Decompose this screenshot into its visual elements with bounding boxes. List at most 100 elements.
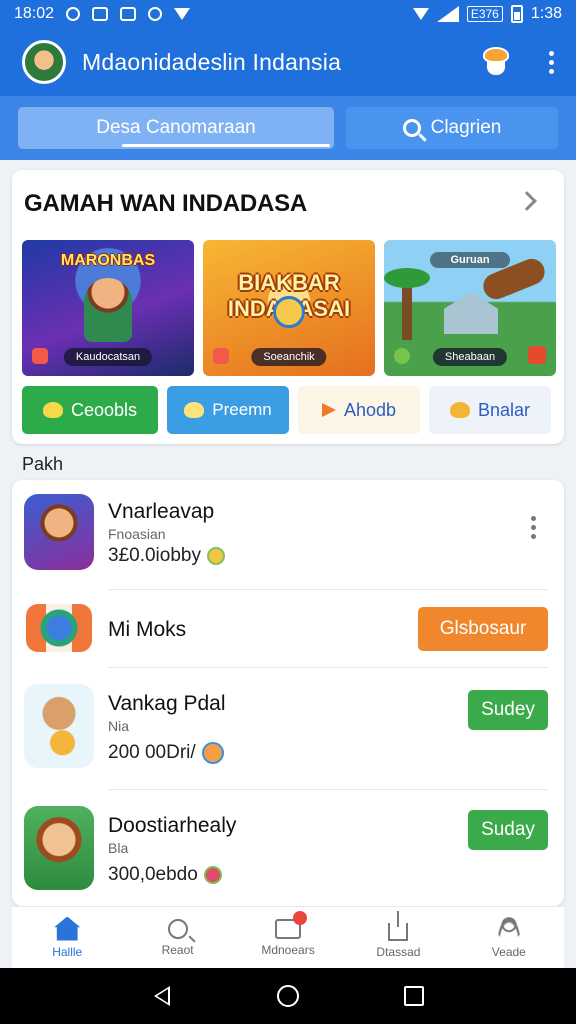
nav-label: Dtassad: [376, 944, 421, 959]
search-icon: [167, 918, 188, 939]
badge-icon: [528, 346, 546, 364]
tab-search[interactable]: Clagrien: [346, 107, 558, 149]
section-label: Pakh: [22, 454, 64, 474]
location-icon: [174, 8, 191, 20]
arrow-icon: [321, 403, 336, 417]
emblem-icon: [273, 296, 305, 328]
home-icon: [54, 916, 81, 941]
nav-messages[interactable]: Mdnoears: [233, 907, 343, 968]
list-item-price: 300,0ebdo: [108, 864, 222, 886]
system-navigation-bar: [0, 968, 576, 1024]
action-button[interactable]: Sudey: [468, 690, 548, 730]
chevron-right-icon[interactable]: [517, 191, 537, 211]
cup-icon[interactable]: [481, 45, 511, 79]
battery-icon: [510, 5, 523, 23]
palm-tree-icon: [384, 268, 430, 340]
list-item-price: 200 00Dri/: [108, 742, 224, 764]
status-time-right: 1:38: [530, 5, 562, 22]
list-item-title: Vnarleavap: [108, 500, 215, 523]
action-button[interactable]: Suday: [468, 810, 548, 850]
app-title: Mdaonidadeslin Indansia: [82, 48, 342, 75]
image-icon: [120, 7, 137, 21]
badge-icon: [394, 348, 410, 364]
chat-icon: [184, 402, 205, 418]
list-item[interactable]: Doostiarhealy Bla 300,0ebdo Suday: [12, 790, 564, 906]
notification-badge: [293, 910, 308, 925]
more-icon[interactable]: [531, 516, 536, 539]
tab-search-label: Clagrien: [430, 117, 502, 138]
game-icon: [24, 806, 94, 890]
pill-label: Ahodb: [343, 399, 397, 420]
more-icon[interactable]: [549, 50, 554, 74]
home-circle-icon[interactable]: [276, 985, 299, 1007]
pill-label: Bnalar: [477, 399, 531, 420]
category-pill[interactable]: Ahodb: [298, 386, 420, 434]
category-pill[interactable]: Preemn: [167, 386, 289, 434]
game-icon: [24, 494, 94, 570]
price-text: 3£0.0iobby: [108, 545, 201, 566]
nav-label: Hallle: [52, 944, 83, 959]
category-pill[interactable]: Bnalar: [429, 386, 551, 434]
coin-icon: [203, 866, 222, 884]
price-text: 200 00Dri/: [108, 742, 196, 763]
game-title: Guruan: [430, 252, 510, 268]
coin-icon: [201, 742, 224, 764]
list-item-title: Vankag Pdal: [108, 692, 226, 715]
circle-icon: [148, 7, 163, 21]
tab-strip: Desa Canomaraan Clagrien: [0, 96, 576, 160]
list-item-subtitle: Nia: [108, 718, 130, 734]
nav-share[interactable]: Dtassad: [343, 907, 453, 968]
signal-icon: [436, 6, 459, 22]
featured-card: GAMAH WAN INDADASA MARONBAS Kaudocatsan …: [12, 170, 564, 444]
bottom-navigation: Hallle Reaot Mdnoears Dtassad Veade: [12, 906, 564, 968]
game-caption: Kaudocatsan: [63, 348, 153, 366]
status-time: 18:02: [14, 5, 55, 22]
share-icon: [388, 910, 409, 941]
badge-icon: [213, 348, 229, 364]
notification-icon: [92, 7, 109, 21]
message-icon: [275, 910, 308, 939]
game-icon: [24, 684, 94, 768]
back-icon[interactable]: [152, 985, 172, 1007]
list-item-price: 3£0.0iobby: [108, 545, 225, 567]
badge-icon: [32, 348, 48, 364]
game-thumbnail[interactable]: Guruan Sheabaan: [384, 240, 556, 376]
game-thumbnail[interactable]: MARONBAS Kaudocatsan: [22, 240, 194, 376]
category-pill[interactable]: Ceoobls: [22, 386, 158, 434]
game-thumbnail[interactable]: BIAKBAR INDANASAI Soeanchik: [203, 240, 375, 376]
app-bar: Mdaonidadeslin Indansia: [0, 28, 576, 96]
nav-label: Mdnoears: [261, 942, 315, 957]
game-caption: Soeanchik: [251, 348, 327, 366]
list-item[interactable]: Vnarleavap Fnoasian 3£0.0iobby: [12, 480, 564, 590]
list-item-title: Doostiarhealy: [108, 814, 237, 837]
search-icon: [402, 119, 421, 137]
nav-profile[interactable]: Veade: [454, 907, 564, 968]
nav-home[interactable]: Hallle: [12, 907, 122, 968]
network-label: E376: [466, 6, 503, 22]
wifi-icon: [412, 8, 429, 20]
list-item[interactable]: Vankag Pdal Nia 200 00Dri/ Sudey: [12, 668, 564, 790]
temple-icon: [444, 292, 498, 334]
nav-search[interactable]: Reaot: [122, 907, 232, 968]
game-title: MARONBAS: [60, 252, 156, 269]
chat-icon: [449, 402, 470, 418]
game-icon: [26, 604, 92, 652]
price-text: 300,0ebdo: [108, 864, 198, 885]
pill-label: Preemn: [212, 400, 272, 419]
coin-icon: [206, 547, 225, 565]
recents-icon[interactable]: [403, 986, 424, 1006]
hero-character-icon: [84, 278, 132, 342]
status-bar: 18:02 E376 1:38: [0, 0, 576, 28]
avatar[interactable]: [22, 40, 66, 84]
game-list: Vnarleavap Fnoasian 3£0.0iobby Mi Moks G…: [12, 480, 564, 906]
category-pills: Ceoobls Preemn Ahodb Bnalar: [22, 386, 551, 434]
chat-icon: [42, 402, 63, 418]
list-item[interactable]: Mi Moks Glsbosaur: [12, 590, 564, 668]
nav-label: Reaot: [161, 942, 194, 957]
pill-label: Ceoobls: [70, 399, 138, 420]
nav-label: Veade: [491, 944, 526, 959]
tab-primary[interactable]: Desa Canomaraan: [18, 107, 334, 149]
list-item-subtitle: Fnoasian: [108, 526, 166, 542]
sync-icon: [66, 7, 81, 21]
action-button[interactable]: Glsbosaur: [418, 607, 548, 651]
